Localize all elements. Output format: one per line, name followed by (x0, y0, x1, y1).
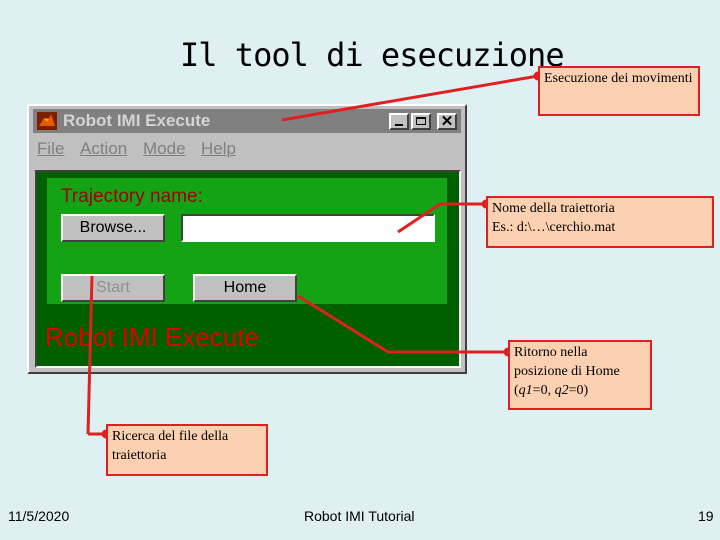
callout-trajectory-line2: Es.: d:\…\cerchio.mat (492, 220, 616, 235)
callout-home-line1: Ritorno nella (514, 345, 588, 360)
callout-trajectory: Nome della traiettoria Es.: d:\…\cerchio… (486, 196, 714, 248)
callout-home-q1: q1 (518, 383, 533, 398)
callout-execution: Esecuzione dei movimenti (538, 66, 700, 116)
arrow-home-a (297, 294, 389, 354)
arrow-search-a (86, 275, 94, 435)
footer-date: 11/5/2020 (8, 508, 70, 524)
arrow-trajectory-b (397, 202, 441, 234)
callout-search: Ricerca del file della traiettoria (106, 424, 268, 476)
page-number: 19 (698, 508, 714, 524)
callout-home-eq1: =0, (532, 383, 555, 398)
callout-home-q2: q2 (554, 383, 569, 398)
footer-title: Robot IMI Tutorial (304, 508, 415, 524)
callout-home-line2: posizione di Home (514, 364, 620, 379)
callout-home-eq2: =0) (568, 383, 589, 398)
callout-home: Ritorno nella posizione di Home (q1=0, q… (508, 340, 652, 410)
arrow-execution (281, 74, 539, 122)
callout-home-line3: (q1=0, q2=0) (514, 381, 646, 400)
callout-trajectory-line1: Nome della traiettoria (492, 201, 615, 216)
